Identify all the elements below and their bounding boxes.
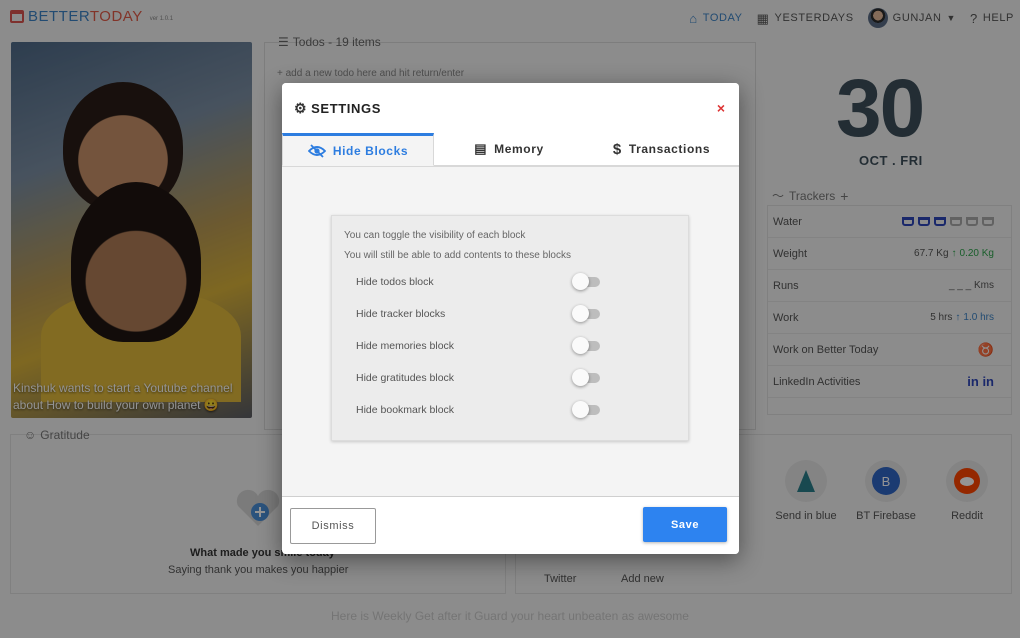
toggle-row-trackers: Hide tracker blocks	[344, 298, 676, 330]
toggle-label: Hide gratitudes block	[356, 372, 455, 384]
dismiss-button[interactable]: Dismiss	[290, 508, 376, 544]
tab-transactions[interactable]: $ Transactions	[584, 133, 739, 166]
toggle-label: Hide tracker blocks	[356, 308, 446, 320]
toggle-label: Hide memories block	[356, 340, 455, 352]
toggle-row-bookmarks: Hide bookmark block	[344, 394, 676, 426]
tab-label: Hide Blocks	[332, 143, 409, 158]
panel-intro-1: You can toggle the visibility of each bl…	[344, 230, 526, 241]
hide-bookmarks-toggle[interactable]	[572, 401, 600, 418]
toggle-row-gratitudes: Hide gratitudes block	[344, 362, 676, 394]
tab-label: Transactions	[628, 142, 711, 156]
toggle-row-todos: Hide todos block	[344, 266, 676, 298]
hide-memories-toggle[interactable]	[572, 337, 600, 354]
toggle-label: Hide todos block	[356, 276, 434, 288]
close-icon[interactable]: ×	[717, 100, 725, 116]
eye-slash-icon	[307, 143, 326, 158]
settings-modal: ⚙ SETTINGS × Hide Blocks ▤ Memory $ Tran…	[282, 83, 739, 554]
modal-footer: Dismiss Save	[282, 496, 739, 554]
tab-hide-blocks[interactable]: Hide Blocks	[282, 133, 434, 166]
tab-memory[interactable]: ▤ Memory	[434, 133, 584, 166]
modal-title: SETTINGS	[311, 100, 381, 116]
save-button[interactable]: Save	[643, 507, 727, 542]
toggle-label: Hide bookmark block	[356, 404, 455, 416]
hide-trackers-toggle[interactable]	[572, 305, 600, 322]
calculator-icon: ▤	[474, 141, 488, 156]
hide-gratitudes-toggle[interactable]	[572, 369, 600, 386]
toggle-row-memories: Hide memories block	[344, 330, 676, 362]
hide-todos-toggle[interactable]	[572, 273, 600, 290]
settings-tabs: Hide Blocks ▤ Memory $ Transactions	[282, 133, 739, 167]
panel-intro-2: You will still be able to add contents t…	[344, 250, 571, 261]
tab-label: Memory	[494, 142, 544, 156]
modal-header: ⚙ SETTINGS ×	[282, 83, 739, 133]
dollar-icon: $	[612, 140, 622, 158]
hide-blocks-panel: You can toggle the visibility of each bl…	[331, 215, 689, 441]
gear-icon: ⚙	[294, 99, 308, 116]
